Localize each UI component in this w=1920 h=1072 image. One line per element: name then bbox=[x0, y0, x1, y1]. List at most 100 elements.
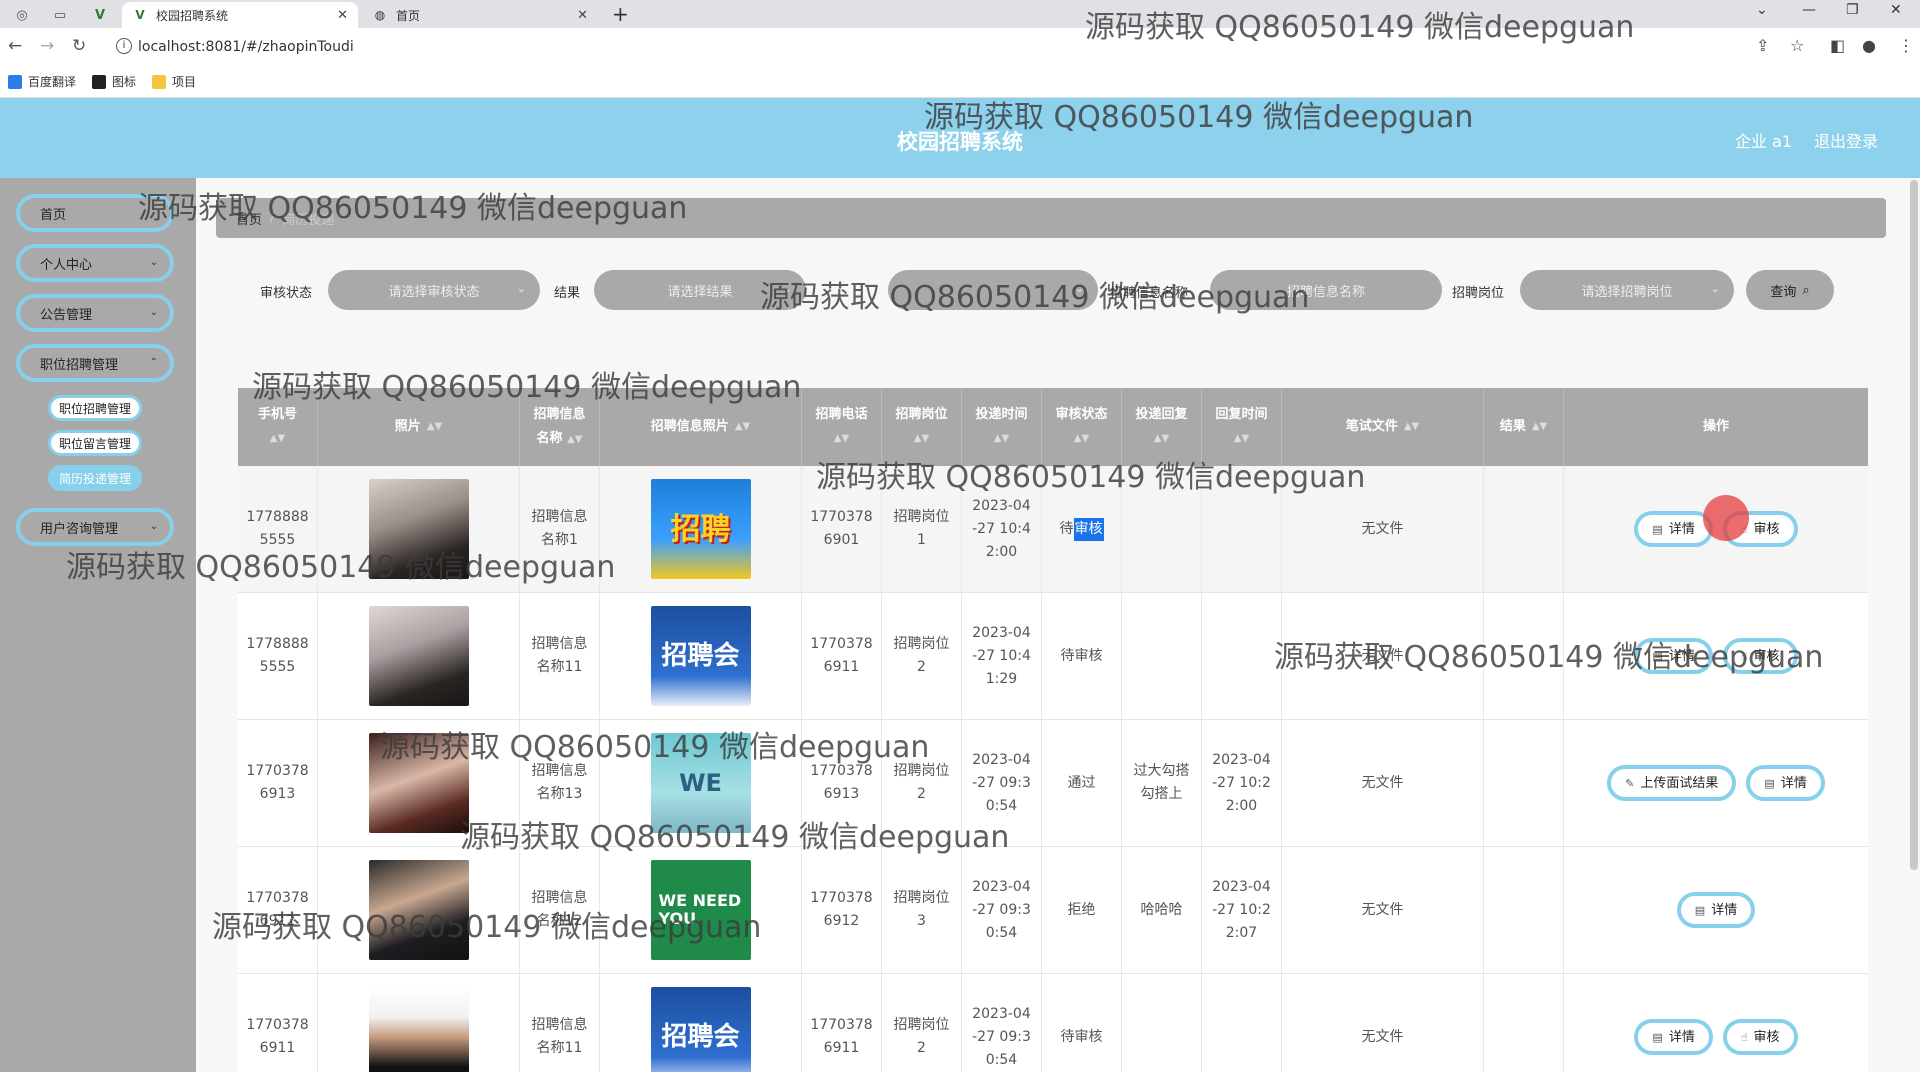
detail-button[interactable]: ▤ 详情 bbox=[1676, 892, 1756, 928]
tab-search-icon[interactable]: ⌄ bbox=[1756, 2, 1768, 18]
sidepanel-icon[interactable]: ◧ bbox=[1830, 36, 1845, 55]
sidebar-item-jobs[interactable]: 职位招聘管理 ⌃ bbox=[16, 344, 174, 382]
position-select[interactable]: 请选择招聘岗位 ⌄ bbox=[1520, 270, 1734, 310]
cell-line: 1770378 bbox=[810, 890, 873, 906]
cell-line: 2023-04 bbox=[1212, 751, 1271, 768]
avatar-photo[interactable] bbox=[368, 733, 469, 833]
cell-position: 招聘岗位 3 bbox=[882, 847, 962, 973]
th-status[interactable]: 审核状态 ▲▼ bbox=[1042, 388, 1122, 466]
share-icon[interactable]: ⇪ bbox=[1756, 36, 1769, 55]
th-position[interactable]: 招聘岗位 ▲▼ bbox=[882, 388, 962, 466]
th-reply[interactable]: 投递回复 ▲▼ bbox=[1122, 388, 1202, 466]
th-result[interactable]: 结果 ▲▼ bbox=[1484, 388, 1564, 466]
reload-icon[interactable]: ↻ bbox=[72, 36, 86, 56]
th-tel[interactable]: 招聘电话 ▲▼ bbox=[802, 388, 882, 466]
th-reply-time[interactable]: 回复时间 ▲▼ bbox=[1202, 388, 1282, 466]
sidebar-item-notice[interactable]: 公告管理 ⌄ bbox=[16, 294, 174, 332]
detail-button[interactable]: ▤ 详情 bbox=[1746, 765, 1825, 801]
th-file[interactable]: 笔试文件 ▲▼ bbox=[1282, 388, 1484, 466]
th-phone[interactable]: 手机号 ▲▼ bbox=[238, 388, 318, 466]
new-tab-icon[interactable]: + bbox=[612, 2, 629, 26]
cell-reply-time: 2023-04 -27 10:2 2:07 bbox=[1202, 847, 1282, 973]
sidebar-sub-job-recruit[interactable]: 职位招聘管理 bbox=[48, 395, 142, 421]
pinned-tab-icon[interactable]: ▭ bbox=[46, 4, 74, 26]
th-ops: 操作 bbox=[1564, 388, 1868, 466]
review-button[interactable]: ☝ 审核 bbox=[1722, 1019, 1798, 1055]
cell-reply-time bbox=[1202, 593, 1282, 719]
poster-image[interactable]: WE bbox=[650, 733, 751, 833]
bookmark-translate[interactable]: 百度翻译 bbox=[8, 73, 76, 90]
cell-line: 1770378 bbox=[246, 890, 309, 906]
sidebar-item-profile[interactable]: 个人中心 ⌄ bbox=[16, 244, 174, 282]
cursor-highlight bbox=[1703, 495, 1749, 541]
restore-icon[interactable]: ❐ bbox=[1846, 2, 1859, 18]
forward-icon[interactable]: → bbox=[40, 36, 54, 56]
avatar-photo[interactable] bbox=[368, 479, 469, 579]
cell-line: 招聘岗位 bbox=[893, 636, 950, 652]
status-text: 待审核 bbox=[1060, 647, 1103, 664]
chevron-down-icon: ⌄ bbox=[782, 282, 792, 295]
page-scrollbar[interactable] bbox=[1910, 180, 1918, 870]
vue-tab-icon[interactable]: V bbox=[86, 4, 114, 26]
sidebar-item-home[interactable]: 首页 bbox=[16, 194, 174, 232]
cell-line: 1 bbox=[917, 532, 926, 548]
th-info-name[interactable]: 招聘信息 名称 ▲▼ bbox=[520, 388, 600, 466]
avatar-photo[interactable] bbox=[368, 987, 469, 1072]
detail-button[interactable]: ▤ 详情 bbox=[1634, 511, 1713, 547]
detail-button[interactable]: ▤ 详情 bbox=[1634, 638, 1713, 674]
poster-image[interactable]: 招聘会 bbox=[650, 606, 751, 706]
button-label: 详情 bbox=[1668, 1029, 1695, 1045]
bookmark-icons[interactable]: 图标 bbox=[92, 73, 136, 90]
upload-result-button[interactable]: ✎ 上传面试结果 bbox=[1607, 765, 1737, 801]
th-label: 操作 bbox=[1702, 419, 1729, 434]
cell-line: 2023-04 bbox=[972, 878, 1031, 895]
window-close-icon[interactable]: ✕ bbox=[1890, 2, 1902, 18]
logout-link[interactable]: 退出登录 bbox=[1814, 128, 1878, 152]
position-filter-label: 招聘岗位 bbox=[1452, 286, 1505, 301]
cell-line: 1770378 bbox=[246, 1017, 309, 1033]
th-info-photo[interactable]: 招聘信息照片 ▲▼ bbox=[600, 388, 802, 466]
poster-image[interactable]: 招聘 bbox=[650, 479, 751, 579]
cell-line: 招聘信息 bbox=[531, 636, 588, 652]
tab-inactive[interactable]: ◍ 首页 ✕ bbox=[362, 2, 598, 28]
result-select[interactable]: 请选择结果 ⌄ bbox=[594, 270, 806, 310]
sidebar-sub-job-message[interactable]: 职位留言管理 bbox=[48, 430, 142, 456]
status-select[interactable]: 请选择审核状态 ⌄ bbox=[328, 270, 540, 310]
url-field[interactable]: i localhost:8081/#/zhaopinToudi bbox=[110, 34, 1750, 60]
position-number-select[interactable]: ⌄ bbox=[888, 270, 1098, 310]
query-button[interactable]: 查询 ⌕ bbox=[1746, 270, 1834, 310]
close-icon[interactable]: ✕ bbox=[337, 8, 348, 23]
chrome-icon[interactable]: ◎ bbox=[8, 4, 36, 26]
th-photo[interactable]: 照片 ▲▼ bbox=[318, 388, 520, 466]
poster-image[interactable]: WE NEED YOU bbox=[650, 860, 751, 960]
th-label: 笔试文件 bbox=[1345, 419, 1398, 434]
cell-line: -27 10:2 bbox=[1212, 774, 1271, 791]
main-content: 首页 / 简历投递 审核状态 请选择审核状态 ⌄ 结果 请选择结果 ⌄ ⌄ 招聘… bbox=[196, 178, 1920, 1072]
back-icon[interactable]: ← bbox=[8, 36, 22, 56]
breadcrumb-home[interactable]: 首页 bbox=[236, 209, 262, 228]
star-icon[interactable]: ☆ bbox=[1790, 36, 1804, 55]
sidebar: 首页 个人中心 ⌄ 公告管理 ⌄ 职位招聘管理 ⌃ 职位招聘管理 职位留言管理 … bbox=[0, 178, 196, 1072]
sidebar-item-consult[interactable]: 用户咨询管理 ⌄ bbox=[16, 508, 174, 546]
profile-icon[interactable]: ● bbox=[1862, 36, 1876, 55]
menu-icon[interactable]: ⋮ bbox=[1898, 36, 1914, 55]
close-icon[interactable]: ✕ bbox=[577, 8, 588, 23]
sort-icon: ▲▼ bbox=[993, 433, 1010, 444]
minimize-icon[interactable]: — bbox=[1802, 2, 1816, 18]
detail-button[interactable]: ▤ 详情 bbox=[1634, 1019, 1713, 1055]
avatar-photo[interactable] bbox=[368, 860, 469, 960]
cell-line: 过大勾搭 bbox=[1133, 763, 1190, 779]
cell-time: 2023-04 -27 09:3 0:54 bbox=[962, 847, 1042, 973]
poster-image[interactable]: 招聘会 bbox=[650, 987, 751, 1072]
cell-info-photo: WE bbox=[600, 720, 802, 846]
table-row: 1770378 6912 招聘信息 名称12 WE NEED YOU 1770378… bbox=[238, 847, 1868, 974]
bookmark-project[interactable]: 项目 bbox=[152, 73, 196, 90]
avatar-photo[interactable] bbox=[368, 606, 469, 706]
tab-active[interactable]: V 校园招聘系统 ✕ bbox=[122, 2, 358, 28]
th-label: 招聘岗位 bbox=[895, 407, 948, 422]
info-icon[interactable]: i bbox=[116, 38, 132, 54]
review-button[interactable]: ☝ 审核 bbox=[1722, 638, 1798, 674]
sidebar-sub-resume[interactable]: 简历投递管理 bbox=[48, 465, 142, 491]
info-name-input[interactable]: 招聘信息名称 bbox=[1210, 270, 1442, 310]
th-time[interactable]: 投递时间 ▲▼ bbox=[962, 388, 1042, 466]
